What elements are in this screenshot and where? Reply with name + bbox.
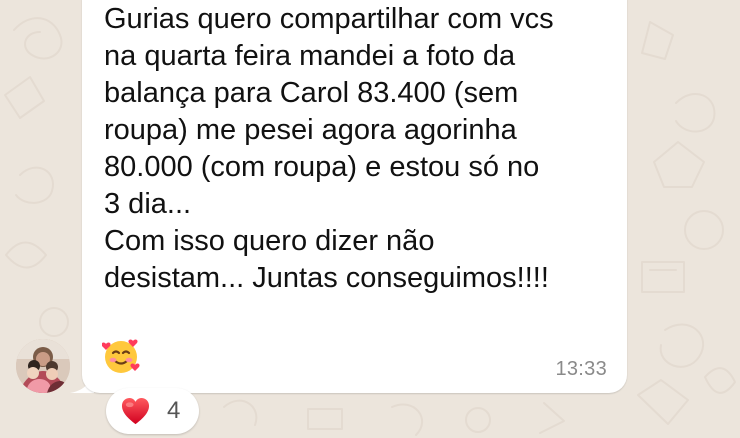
message-bubble[interactable]: Gurias quero compartilhar com vcs na qua… (82, 0, 627, 393)
message-timestamp: 13:33 (555, 358, 607, 380)
sender-avatar[interactable] (16, 339, 70, 393)
smiling-face-with-hearts-icon (101, 337, 140, 375)
red-heart-icon (121, 397, 150, 425)
reaction-count: 4 (167, 397, 181, 424)
reaction-badge[interactable]: 4 (106, 388, 199, 434)
message-text: Gurias quero compartilhar com vcs na qua… (104, 3, 554, 294)
group-photo-avatar-icon (16, 339, 70, 393)
